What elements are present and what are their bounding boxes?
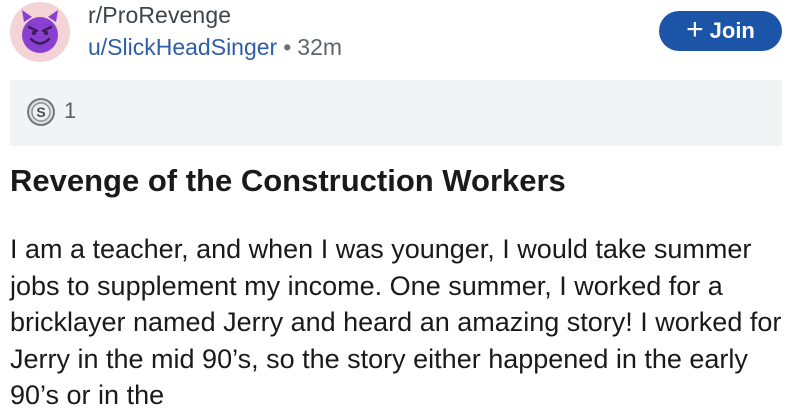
devil-face-icon xyxy=(10,2,70,62)
author-link[interactable]: u/SlickHeadSinger xyxy=(88,34,277,60)
silver-award-icon[interactable]: S xyxy=(26,97,56,127)
meta-separator: • xyxy=(283,34,292,60)
join-button[interactable]: + Join xyxy=(659,11,782,51)
award-bar: S 1 xyxy=(10,80,782,146)
post-time: 32m xyxy=(297,34,343,60)
join-label: Join xyxy=(709,18,755,43)
post-title[interactable]: Revenge of the Construction Workers xyxy=(10,163,566,199)
subreddit-avatar[interactable] xyxy=(10,2,70,62)
post-meta: u/SlickHeadSinger • 32m xyxy=(88,34,342,61)
post-body: I am a teacher, and when I was younger, … xyxy=(10,234,782,410)
svg-text:S: S xyxy=(36,104,45,120)
plus-icon: + xyxy=(686,13,704,46)
subreddit-name[interactable]: r/ProRevenge xyxy=(88,2,231,29)
award-count: 1 xyxy=(64,98,77,123)
